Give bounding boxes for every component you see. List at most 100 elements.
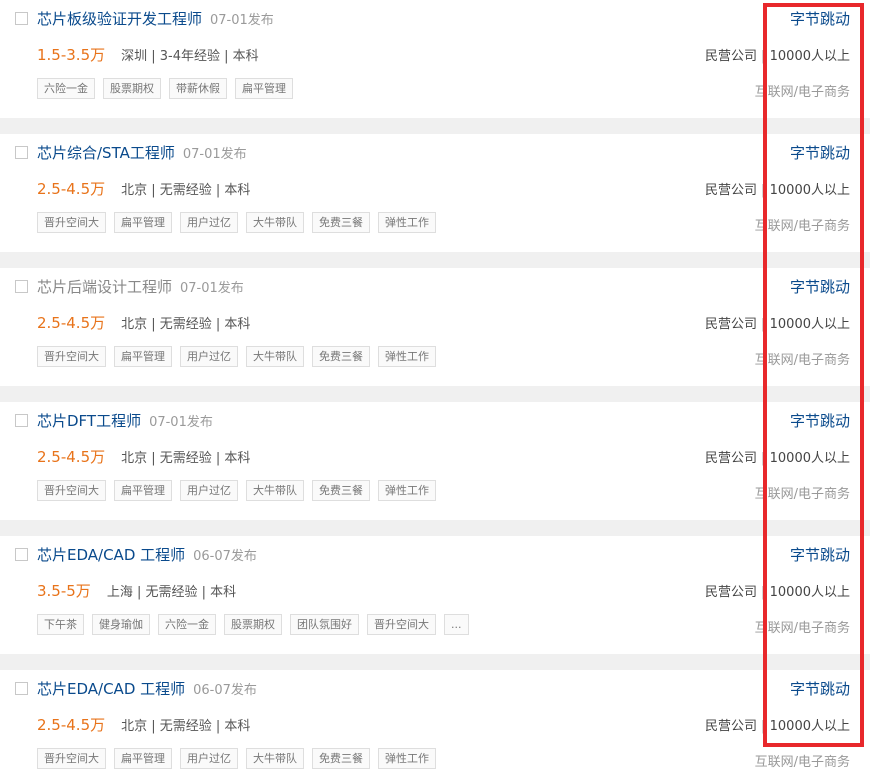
publish-date: 07-01发布 bbox=[210, 12, 274, 28]
job-title-link[interactable]: 芯片综合/STA工程师 bbox=[37, 142, 175, 163]
welfare-tag: 大牛带队 bbox=[246, 346, 304, 367]
job-title-link[interactable]: 芯片后端设计工程师 bbox=[37, 276, 172, 297]
welfare-tag: 扁平管理 bbox=[114, 748, 172, 769]
welfare-tags: 晋升空间大 扁平管理 用户过亿 大牛带队 免费三餐 弹性工作 bbox=[37, 748, 444, 769]
company-meta: 民营公司 | 10000人以上 bbox=[705, 719, 850, 734]
select-checkbox[interactable] bbox=[15, 279, 28, 293]
select-checkbox[interactable] bbox=[15, 681, 28, 695]
job-details: 1.5-3.5万 深圳 | 3-4年经验 | 本科 bbox=[37, 43, 259, 65]
job-card[interactable]: 芯片板级验证开发工程师 07-01发布 字节跳动 1.5-3.5万 深圳 | 3… bbox=[0, 0, 870, 118]
welfare-tag: 晋升空间大 bbox=[37, 346, 106, 367]
select-checkbox[interactable] bbox=[15, 11, 28, 25]
job-card[interactable]: 芯片EDA/CAD 工程师 06-07发布 字节跳动 3.5-5万 上海 | 无… bbox=[0, 536, 870, 654]
welfare-tag: 大牛带队 bbox=[246, 212, 304, 233]
welfare-tag: 用户过亿 bbox=[180, 212, 238, 233]
company-name-link[interactable]: 字节跳动 bbox=[790, 678, 850, 699]
job-card[interactable]: 芯片后端设计工程师 07-01发布 字节跳动 2.5-4.5万 北京 | 无需经… bbox=[0, 268, 870, 386]
job-header: 芯片综合/STA工程师 07-01发布 bbox=[15, 141, 850, 163]
welfare-tag: 健身瑜伽 bbox=[92, 614, 150, 635]
salary: 2.5-4.5万 bbox=[37, 179, 106, 198]
welfare-tag: 免费三餐 bbox=[312, 346, 370, 367]
company-name-link[interactable]: 字节跳动 bbox=[790, 142, 850, 163]
select-checkbox[interactable] bbox=[15, 413, 28, 427]
welfare-tags: 下午茶 健身瑜伽 六险一金 股票期权 团队氛围好 晋升空间大... bbox=[37, 614, 477, 635]
welfare-tag: 晋升空间大 bbox=[367, 614, 436, 635]
welfare-tag: 六险一金 bbox=[158, 614, 216, 635]
company-industry: 互联网/电子商务 bbox=[754, 85, 850, 100]
salary: 1.5-3.5万 bbox=[37, 45, 106, 64]
welfare-tag: 免费三餐 bbox=[312, 212, 370, 233]
job-title-link[interactable]: 芯片板级验证开发工程师 bbox=[37, 8, 202, 29]
welfare-tag: 股票期权 bbox=[103, 78, 161, 99]
welfare-tag: 大牛带队 bbox=[246, 480, 304, 501]
company-industry: 互联网/电子商务 bbox=[754, 219, 850, 234]
company-name-link[interactable]: 字节跳动 bbox=[790, 410, 850, 431]
company-name-link[interactable]: 字节跳动 bbox=[790, 276, 850, 297]
job-details: 2.5-4.5万 北京 | 无需经验 | 本科 bbox=[37, 713, 250, 735]
welfare-tag: 下午茶 bbox=[37, 614, 84, 635]
publish-date: 07-01发布 bbox=[149, 414, 213, 430]
company-industry: 互联网/电子商务 bbox=[754, 353, 850, 368]
welfare-tag: ... bbox=[444, 614, 469, 635]
publish-date: 07-01发布 bbox=[180, 280, 244, 296]
job-title-link[interactable]: 芯片EDA/CAD 工程师 bbox=[37, 544, 185, 565]
company-meta: 民营公司 | 10000人以上 bbox=[705, 585, 850, 600]
welfare-tag: 晋升空间大 bbox=[37, 748, 106, 769]
company-name-link[interactable]: 字节跳动 bbox=[790, 8, 850, 29]
job-title-link[interactable]: 芯片DFT工程师 bbox=[37, 410, 141, 431]
welfare-tag: 六险一金 bbox=[37, 78, 95, 99]
company-industry: 互联网/电子商务 bbox=[754, 621, 850, 636]
company-meta: 民营公司 | 10000人以上 bbox=[705, 49, 850, 64]
job-header: 芯片EDA/CAD 工程师 06-07发布 bbox=[15, 677, 850, 699]
publish-date: 06-07发布 bbox=[193, 548, 257, 564]
job-card[interactable]: 芯片EDA/CAD 工程师 06-07发布 字节跳动 2.5-4.5万 北京 |… bbox=[0, 670, 870, 778]
welfare-tag: 免费三餐 bbox=[312, 480, 370, 501]
welfare-tag: 弹性工作 bbox=[378, 748, 436, 769]
welfare-tag: 用户过亿 bbox=[180, 346, 238, 367]
job-requirements: 北京 | 无需经验 | 本科 bbox=[121, 718, 251, 734]
job-header: 芯片EDA/CAD 工程师 06-07发布 bbox=[15, 543, 850, 565]
select-checkbox[interactable] bbox=[15, 145, 28, 159]
welfare-tag: 用户过亿 bbox=[180, 480, 238, 501]
job-requirements: 北京 | 无需经验 | 本科 bbox=[121, 450, 251, 466]
welfare-tag: 股票期权 bbox=[224, 614, 282, 635]
job-details: 3.5-5万 上海 | 无需经验 | 本科 bbox=[37, 579, 236, 601]
company-name-link[interactable]: 字节跳动 bbox=[790, 544, 850, 565]
publish-date: 07-01发布 bbox=[182, 146, 247, 162]
salary: 2.5-4.5万 bbox=[37, 715, 106, 734]
welfare-tag: 用户过亿 bbox=[180, 748, 238, 769]
welfare-tag: 弹性工作 bbox=[378, 346, 436, 367]
welfare-tags: 晋升空间大 扁平管理 用户过亿 大牛带队 免费三餐 弹性工作 bbox=[37, 346, 444, 367]
job-requirements: 北京 | 无需经验 | 本科 bbox=[121, 316, 251, 332]
company-meta: 民营公司 | 10000人以上 bbox=[705, 183, 850, 198]
welfare-tag: 弹性工作 bbox=[378, 212, 436, 233]
welfare-tag: 扁平管理 bbox=[114, 212, 172, 233]
salary: 2.5-4.5万 bbox=[37, 313, 106, 332]
job-title-link[interactable]: 芯片EDA/CAD 工程师 bbox=[37, 678, 185, 699]
company-meta: 民营公司 | 10000人以上 bbox=[705, 451, 850, 466]
welfare-tags: 晋升空间大 扁平管理 用户过亿 大牛带队 免费三餐 弹性工作 bbox=[37, 212, 444, 233]
select-checkbox[interactable] bbox=[15, 547, 28, 561]
publish-date: 06-07发布 bbox=[193, 682, 257, 698]
job-details: 2.5-4.5万 北京 | 无需经验 | 本科 bbox=[37, 445, 250, 467]
job-requirements: 北京 | 无需经验 | 本科 bbox=[121, 182, 251, 198]
job-requirements: 上海 | 无需经验 | 本科 bbox=[106, 584, 237, 600]
job-card[interactable]: 芯片综合/STA工程师 07-01发布 字节跳动 2.5-4.5万 北京 | 无… bbox=[0, 134, 870, 252]
job-card[interactable]: 芯片DFT工程师 07-01发布 字节跳动 2.5-4.5万 北京 | 无需经验… bbox=[0, 402, 870, 520]
job-details: 2.5-4.5万 北京 | 无需经验 | 本科 bbox=[37, 311, 250, 333]
job-header: 芯片后端设计工程师 07-01发布 bbox=[15, 275, 850, 297]
job-header: 芯片DFT工程师 07-01发布 bbox=[15, 409, 850, 431]
company-meta: 民营公司 | 10000人以上 bbox=[705, 317, 850, 332]
welfare-tag: 大牛带队 bbox=[246, 748, 304, 769]
company-industry: 互联网/电子商务 bbox=[754, 487, 850, 502]
welfare-tag: 晋升空间大 bbox=[37, 480, 106, 501]
job-list: 芯片板级验证开发工程师 07-01发布 字节跳动 1.5-3.5万 深圳 | 3… bbox=[0, 0, 870, 778]
welfare-tag: 带薪休假 bbox=[169, 78, 227, 99]
welfare-tags: 六险一金 股票期权 带薪休假 扁平管理 bbox=[37, 78, 301, 99]
salary: 2.5-4.5万 bbox=[37, 447, 106, 466]
salary: 3.5-5万 bbox=[37, 581, 91, 600]
welfare-tags: 晋升空间大 扁平管理 用户过亿 大牛带队 免费三餐 弹性工作 bbox=[37, 480, 444, 501]
job-requirements: 深圳 | 3-4年经验 | 本科 bbox=[121, 48, 259, 64]
welfare-tag: 团队氛围好 bbox=[290, 614, 359, 635]
welfare-tag: 扁平管理 bbox=[114, 480, 172, 501]
